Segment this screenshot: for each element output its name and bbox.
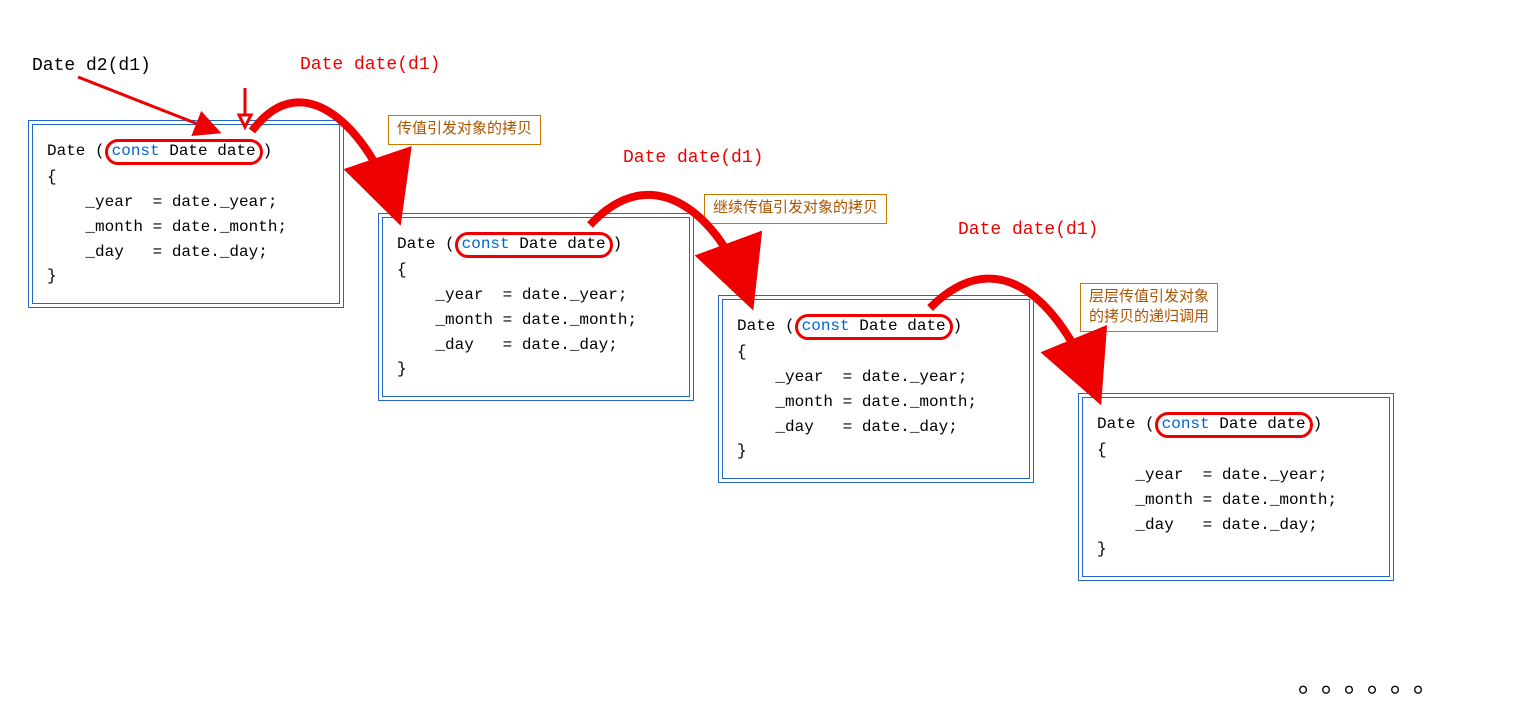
code-box-2: Date (const Date date) { _year = date._y…: [378, 213, 694, 401]
code-body: { _year = date._year; _month = date._mon…: [47, 168, 287, 285]
call-label-1: Date date(d1): [300, 55, 440, 75]
ellipsis-dots: 。。。。。。: [1298, 663, 1449, 700]
code-box-inner: Date (const Date date) { _year = date._y…: [1082, 397, 1390, 577]
param-rest: Date date: [160, 142, 256, 160]
code-box-3: Date (const Date date) { _year = date._y…: [718, 295, 1034, 483]
code-head-pre: Date (: [47, 142, 105, 160]
code-head-post: ): [953, 317, 963, 335]
call-label-2: Date date(d1): [623, 148, 763, 168]
code-head-post: ): [263, 142, 273, 160]
param-const-date-date: const Date date: [105, 139, 263, 165]
code-body: { _year = date._year; _month = date._mon…: [1097, 441, 1337, 558]
keyword-const: const: [462, 235, 510, 253]
keyword-const: const: [802, 317, 850, 335]
code-box-inner: Date (const Date date) { _year = date._y…: [32, 124, 340, 304]
param-const-date-date: const Date date: [795, 314, 953, 340]
annot-3: 层层传值引发对象 的拷贝的递归调用: [1080, 283, 1218, 332]
param-rest: Date date: [850, 317, 946, 335]
code-head-pre: Date (: [1097, 415, 1155, 433]
code-head-pre: Date (: [397, 235, 455, 253]
code-body: { _year = date._year; _month = date._mon…: [397, 261, 637, 378]
code-box-inner: Date (const Date date) { _year = date._y…: [382, 217, 690, 397]
param-const-date-date: const Date date: [1155, 412, 1313, 438]
top-decl-text: Date d2(d1): [32, 56, 151, 76]
call-label-3: Date date(d1): [958, 220, 1098, 240]
code-box-4: Date (const Date date) { _year = date._y…: [1078, 393, 1394, 581]
param-const-date-date: const Date date: [455, 232, 613, 258]
param-rest: Date date: [1210, 415, 1306, 433]
keyword-const: const: [112, 142, 160, 160]
annot-2: 继续传值引发对象的拷贝: [704, 194, 887, 224]
code-head-post: ): [613, 235, 623, 253]
code-head-post: ): [1313, 415, 1323, 433]
keyword-const: const: [1162, 415, 1210, 433]
code-head-pre: Date (: [737, 317, 795, 335]
param-rest: Date date: [510, 235, 606, 253]
code-body: { _year = date._year; _month = date._mon…: [737, 343, 977, 460]
code-box-inner: Date (const Date date) { _year = date._y…: [722, 299, 1030, 479]
code-box-1: Date (const Date date) { _year = date._y…: [28, 120, 344, 308]
annot-1: 传值引发对象的拷贝: [388, 115, 541, 145]
